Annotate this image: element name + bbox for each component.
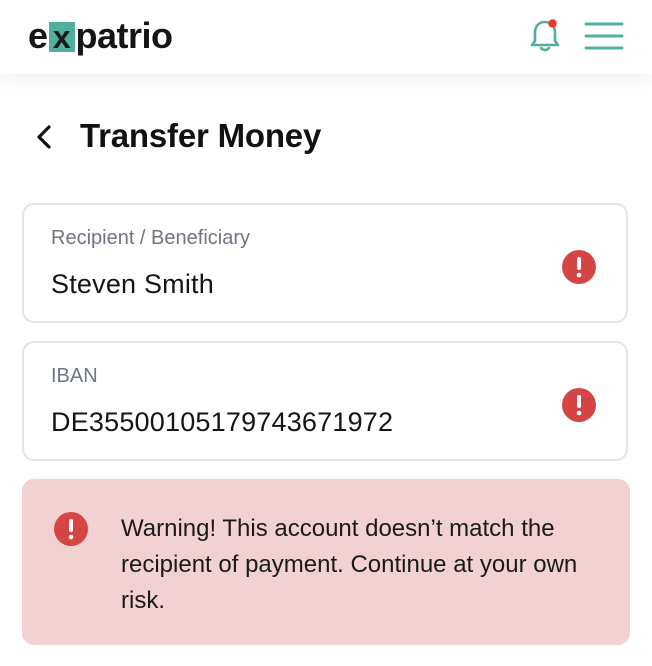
logo-x-box: x: [48, 21, 75, 53]
logo-prefix: e: [28, 15, 48, 56]
error-icon: [561, 249, 597, 285]
notification-dot: [548, 19, 557, 28]
bell-icon[interactable]: [528, 18, 562, 54]
back-button[interactable]: [32, 122, 58, 152]
iban-value[interactable]: DE35500105179743671972: [51, 407, 393, 438]
app-header: e x patrio: [0, 0, 652, 74]
page-title: Transfer Money: [80, 117, 322, 154]
recipient-field[interactable]: Recipient / Beneficiary Steven Smith: [22, 203, 628, 323]
error-icon: [53, 511, 89, 547]
iban-label: IBAN: [51, 365, 98, 387]
warning-banner: Warning! This account doesn’t match the …: [22, 479, 630, 645]
hamburger-menu-icon[interactable]: [584, 20, 624, 52]
logo-suffix: patrio: [75, 15, 174, 56]
error-icon: [561, 387, 597, 423]
recipient-label: Recipient / Beneficiary: [51, 227, 250, 249]
warning-text: Warning! This account doesn’t match the …: [121, 515, 578, 614]
chevron-left-icon: [37, 125, 51, 149]
iban-field[interactable]: IBAN DE35500105179743671972: [22, 341, 628, 461]
recipient-value[interactable]: Steven Smith: [51, 269, 214, 300]
expatrio-logo[interactable]: e x patrio: [28, 14, 173, 58]
